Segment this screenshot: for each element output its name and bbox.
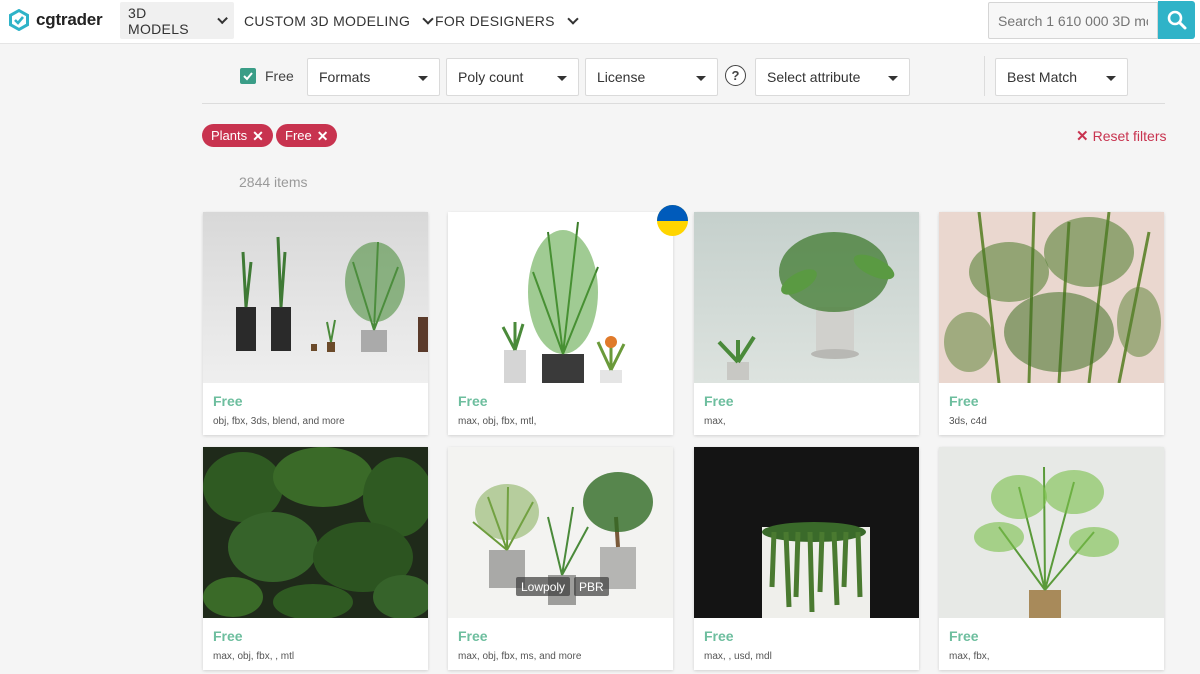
model-card[interactable]: Free obj, fbx, 3ds, blend, and more (203, 212, 428, 435)
model-formats: max, , usd, mdl (704, 651, 772, 662)
model-thumbnail[interactable] (694, 212, 919, 383)
divider (984, 56, 985, 96)
model-card[interactable]: Free max, (694, 212, 919, 435)
model-formats: obj, fbx, 3ds, blend, and more (213, 416, 345, 427)
license-select[interactable]: License (585, 58, 718, 96)
model-card[interactable]: Free max, obj, fbx, mtl, (448, 212, 673, 435)
attribute-select-label: Select attribute (767, 69, 861, 85)
nav-3d-models[interactable]: 3D MODELS (120, 2, 234, 39)
reset-filters-link[interactable]: ✕ Reset filters (1076, 127, 1167, 145)
model-thumbnail[interactable]: Lowpoly PBR (448, 447, 673, 618)
logo-text: cgtrader (36, 10, 103, 29)
search-button[interactable] (1158, 1, 1195, 39)
model-price: Free (949, 393, 979, 409)
model-thumbnail[interactable] (203, 447, 428, 618)
model-price: Free (458, 628, 488, 644)
nav-3d-models-label: 3D MODELS (128, 4, 189, 37)
free-checkbox[interactable] (240, 68, 256, 84)
top-navigation-bar: cgtrader 3D MODELS CUSTOM 3D MODELING FO… (0, 0, 1200, 44)
model-formats: max, fbx, (949, 651, 990, 662)
filter-chip-label: Plants (211, 128, 248, 143)
filter-chip-label: Free (285, 128, 312, 143)
model-formats: max, obj, fbx, , mtl (213, 651, 295, 662)
close-icon: ✕ (1076, 128, 1089, 145)
sort-select[interactable]: Best Match (995, 58, 1128, 96)
model-price: Free (458, 393, 488, 409)
license-select-label: License (597, 69, 646, 85)
caret-down-icon (696, 76, 706, 81)
nav-custom-3d-modeling-label: CUSTOM 3D MODELING (244, 12, 411, 29)
chevron-down-icon (216, 13, 228, 24)
close-icon[interactable]: ✕ (317, 129, 329, 143)
chevron-down-icon (567, 12, 579, 25)
model-price: Free (213, 628, 243, 644)
nav-for-designers-label: FOR DESIGNERS (435, 12, 555, 29)
poly-count-select[interactable]: Poly count (446, 58, 579, 96)
caret-down-icon (888, 76, 898, 81)
model-thumbnail[interactable] (448, 212, 673, 383)
model-price: Free (704, 628, 734, 644)
caret-down-icon (418, 76, 428, 81)
model-card[interactable]: Free max, obj, fbx, , mtl (203, 447, 428, 670)
poly-count-select-label: Poly count (458, 69, 524, 85)
model-formats: 3ds, c4d (949, 416, 987, 427)
model-price: Free (213, 393, 243, 409)
ukraine-flag-icon (657, 205, 688, 236)
model-card[interactable]: Free max, fbx, (939, 447, 1164, 670)
filter-bar: Free Formats Poly count License ? Select… (202, 56, 1165, 104)
model-tag-pbr: PBR (574, 577, 609, 596)
model-price: Free (704, 393, 734, 409)
filter-chip-plants[interactable]: Plants ✕ (202, 124, 273, 147)
search-input[interactable] (988, 2, 1158, 39)
model-formats: max, obj, fbx, ms, and more (458, 651, 582, 662)
sort-select-label: Best Match (1007, 69, 1078, 85)
items-count: 2844 items (239, 174, 308, 190)
attribute-select[interactable]: Select attribute (755, 58, 910, 96)
help-icon[interactable]: ? (725, 65, 746, 86)
nav-custom-3d-modeling[interactable]: CUSTOM 3D MODELING (236, 2, 440, 39)
model-formats: max, obj, fbx, mtl, (458, 416, 537, 427)
model-thumbnail[interactable] (203, 212, 428, 383)
model-price: Free (949, 628, 979, 644)
model-thumbnail[interactable] (694, 447, 919, 618)
free-checkbox-label: Free (265, 68, 294, 84)
checkmark-icon (243, 72, 253, 81)
model-card[interactable]: Lowpoly PBR Free max, obj, fbx, ms, and … (448, 447, 673, 670)
formats-select[interactable]: Formats (307, 58, 440, 96)
model-tag-lowpoly: Lowpoly (516, 577, 571, 596)
caret-down-icon (1106, 76, 1116, 81)
model-card[interactable]: Free 3ds, c4d (939, 212, 1164, 435)
model-formats: max, (704, 416, 726, 427)
formats-select-label: Formats (319, 69, 371, 85)
model-card[interactable]: Free max, , usd, mdl (694, 447, 919, 670)
model-thumbnail[interactable] (939, 447, 1164, 618)
model-thumbnail[interactable] (939, 212, 1164, 383)
cgtrader-logo-icon (9, 9, 29, 31)
close-icon[interactable]: ✕ (252, 129, 264, 143)
reset-filters-label: Reset filters (1092, 128, 1167, 144)
caret-down-icon (557, 76, 567, 81)
search-icon (1167, 10, 1186, 30)
filter-chip-free[interactable]: Free ✕ (276, 124, 338, 147)
cgtrader-logo[interactable]: cgtrader (8, 9, 103, 31)
nav-for-designers[interactable]: FOR DESIGNERS (427, 2, 585, 39)
